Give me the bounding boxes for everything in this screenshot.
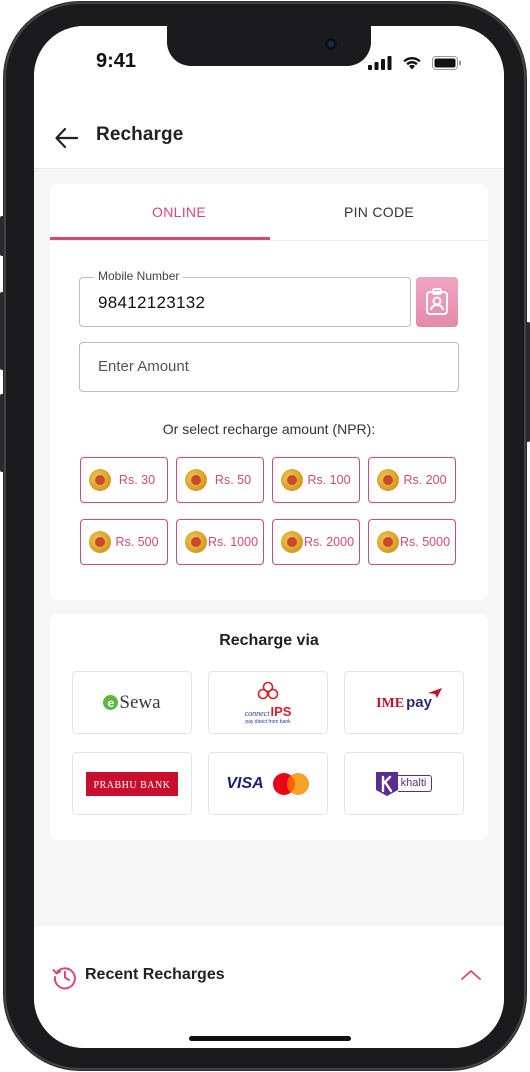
coin-icon — [89, 531, 111, 553]
page-title: Recharge — [96, 124, 184, 145]
amount-chip[interactable]: Rs. 30 — [80, 457, 168, 503]
recent-recharges-title: Recent Recharges — [85, 966, 225, 983]
volume-down-button — [0, 394, 4, 472]
wifi-icon — [403, 56, 421, 70]
screen: 9:41 Recharge ONLINE PIN CODE Mobile Num… — [34, 26, 504, 1048]
recharge-via-card: Recharge via e Sewa connect IPS pay dire… — [50, 614, 488, 840]
coin-icon — [185, 531, 207, 553]
amount-chip[interactable]: Rs. 100 — [272, 457, 360, 503]
phone-frame: 9:41 Recharge ONLINE PIN CODE Mobile Num… — [0, 2, 530, 1070]
coin-icon — [281, 469, 303, 491]
pay-option-esewa[interactable]: e Sewa — [72, 671, 192, 734]
coin-icon — [89, 469, 111, 491]
volume-up-button — [0, 292, 4, 370]
tab-bar: ONLINE PIN CODE — [50, 184, 488, 241]
prabhu-bank-logo: PRABHU BANK — [85, 771, 179, 796]
amount-chip-label: Rs. 200 — [403, 473, 447, 487]
contact-book-icon — [426, 288, 448, 315]
recent-recharges-section[interactable]: Recent Recharges — [34, 926, 504, 1048]
amount-hint: Or select recharge amount (NPR): — [162, 421, 376, 437]
imepay-logo: IME pay — [376, 687, 442, 712]
esewa-logo: e Sewa — [103, 691, 161, 714]
history-icon — [52, 967, 76, 990]
active-tab-indicator — [50, 237, 270, 240]
chevron-up-icon[interactable] — [460, 968, 482, 982]
silent-switch — [0, 216, 4, 256]
coin-icon — [377, 531, 399, 553]
connectips-tagline: pay direct from bank — [245, 718, 291, 725]
khalti-k-mark — [375, 771, 398, 796]
amount-chip[interactable]: Rs. 500 — [80, 519, 168, 565]
mobile-number-field[interactable]: Mobile Number 98412123132 — [79, 269, 411, 327]
pay-option-cards[interactable]: VISA — [208, 752, 328, 815]
amount-chip-label: Rs. 50 — [214, 473, 252, 487]
pay-option-imepay[interactable]: IME pay — [344, 671, 464, 734]
amount-chip-label: Rs. 100 — [307, 473, 351, 487]
khalti-wordmark: khalti — [397, 775, 433, 792]
amount-chip[interactable]: Rs. 5000 — [368, 519, 456, 565]
contact-picker-button[interactable] — [416, 277, 458, 327]
back-arrow-icon[interactable] — [54, 125, 80, 151]
connectips-connect-text: connect — [244, 708, 270, 718]
recharge-via-title: Recharge via — [219, 632, 319, 649]
recharge-form-card: ONLINE PIN CODE Mobile Number 9841212313… — [50, 184, 488, 600]
battery-icon — [432, 56, 461, 70]
connectips-ips-text: IPS — [270, 703, 292, 719]
mobile-number-label: Mobile Number — [94, 269, 184, 283]
home-indicator[interactable] — [189, 1036, 351, 1041]
amount-chip-label: Rs. 30 — [118, 473, 156, 487]
amount-chip-label: Rs. 500 — [115, 535, 159, 549]
tab-pin-code[interactable]: PIN CODE — [270, 184, 488, 240]
amount-chip[interactable]: Rs. 200 — [368, 457, 456, 503]
paper-plane-icon — [427, 687, 442, 698]
notch — [167, 26, 371, 66]
coin-icon — [377, 469, 399, 491]
visa-wordmark: VISA — [226, 774, 264, 792]
connectips-flower-icon — [257, 681, 279, 699]
app-header: Recharge — [34, 106, 504, 169]
connectips-logo: connect IPS pay direct from bank — [245, 681, 292, 725]
prabhu-bank-wordmark: PRABHU BANK — [93, 779, 171, 791]
amount-chip-label: Rs. 1000 — [207, 535, 259, 549]
pay-option-prabhu-bank[interactable]: PRABHU BANK — [72, 752, 192, 815]
mastercard-icon — [272, 772, 309, 795]
coin-icon — [185, 469, 207, 491]
imepay-ime-text: IME — [376, 695, 405, 711]
power-button — [526, 322, 530, 442]
pay-option-khalti[interactable]: khalti — [344, 752, 464, 815]
esewa-wordmark: Sewa — [119, 691, 161, 713]
mobile-number-value: 98412123132 — [98, 293, 206, 312]
amount-chip-label: Rs. 2000 — [303, 535, 355, 549]
khalti-logo: khalti — [375, 771, 433, 796]
signal-icon — [368, 56, 392, 70]
front-camera — [325, 38, 337, 50]
pay-option-connectips[interactable]: connect IPS pay direct from bank — [208, 671, 328, 734]
amount-chip[interactable]: Rs. 2000 — [272, 519, 360, 565]
status-time: 9:41 — [96, 50, 137, 72]
connectips-wordmark: connect IPS — [245, 704, 292, 719]
amount-chip[interactable]: Rs. 50 — [176, 457, 264, 503]
amount-chip-label: Rs. 5000 — [399, 535, 451, 549]
amount-field[interactable]: Enter Amount — [79, 342, 459, 392]
amount-placeholder: Enter Amount — [98, 358, 189, 375]
coin-icon — [281, 531, 303, 553]
esewa-e-mark: e — [103, 695, 119, 710]
status-icons — [368, 56, 462, 70]
amount-chip[interactable]: Rs. 1000 — [176, 519, 264, 565]
visa-mastercard-logo: VISA — [226, 772, 309, 796]
